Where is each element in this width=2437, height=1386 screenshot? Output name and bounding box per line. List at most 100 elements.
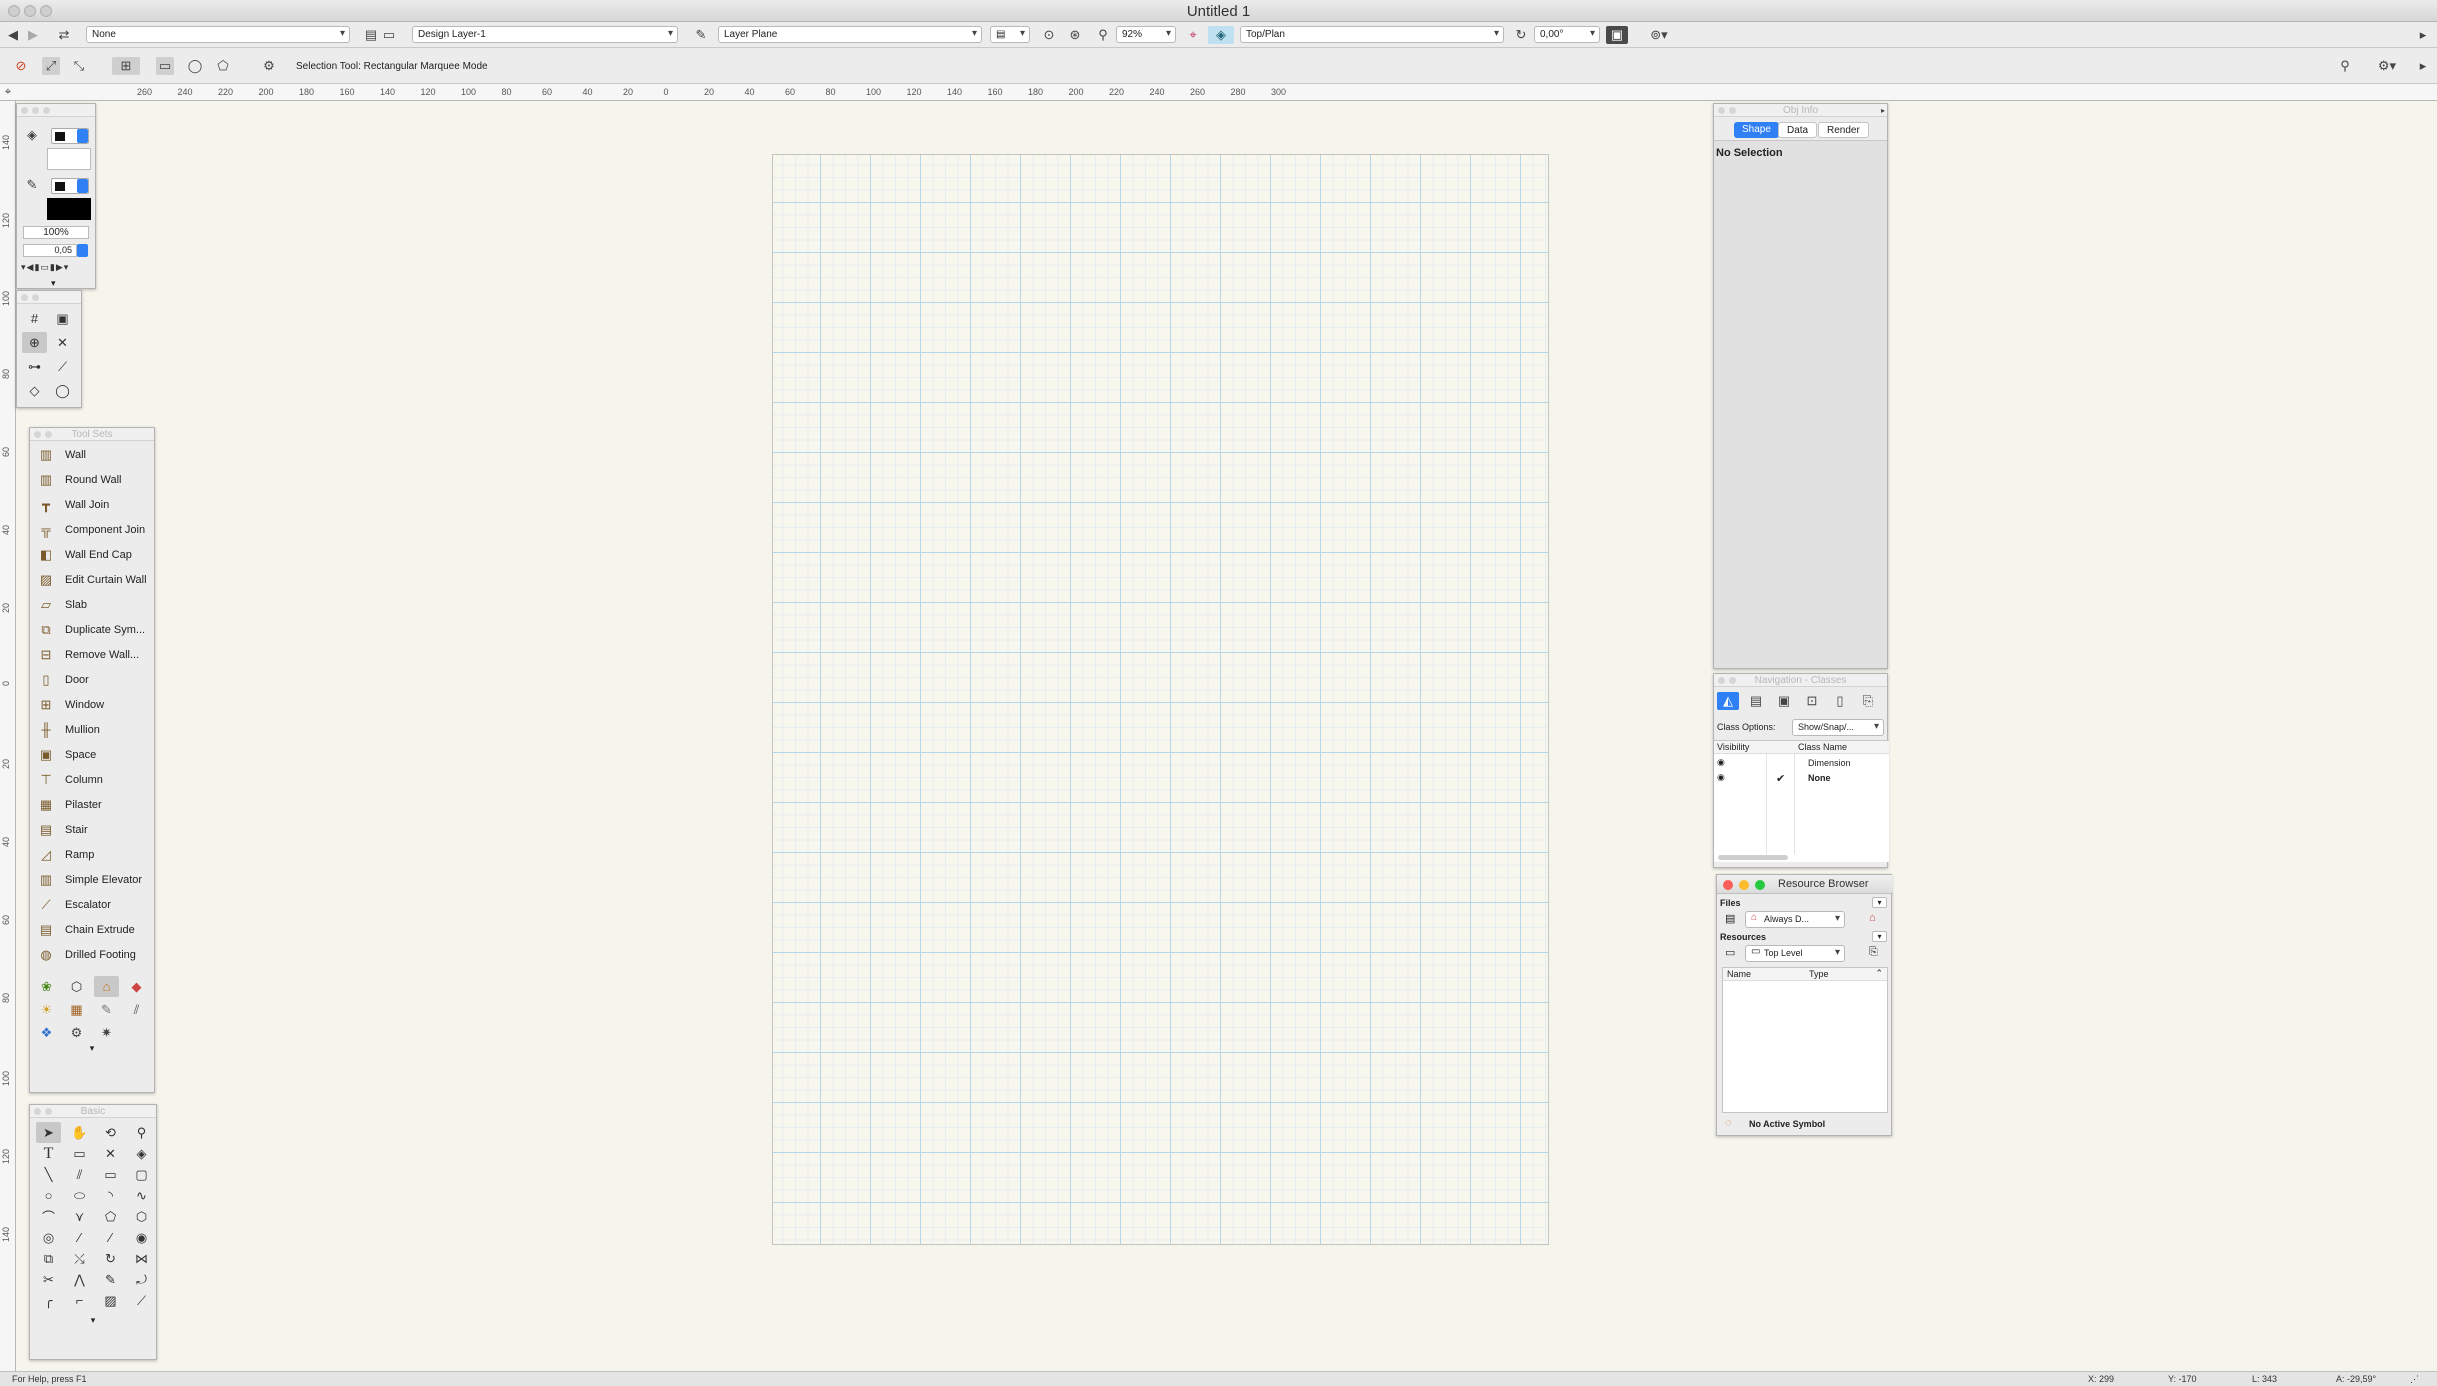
table-row[interactable]: ◉ Dimension [1714, 757, 1889, 771]
snap-to-object-icon[interactable]: ▣ [50, 308, 75, 329]
collapse-chevron-icon[interactable]: ▾ [30, 1315, 156, 1326]
zoom-palette-button[interactable] [1755, 880, 1765, 890]
symbol-insertion-tool-icon[interactable]: ◈ [129, 1143, 154, 1164]
name-column-header[interactable]: Name [1727, 969, 1751, 979]
selection-tool-icon[interactable]: ➤ [36, 1122, 61, 1143]
type-column-header[interactable]: Type [1809, 969, 1829, 979]
classes-tab-icon[interactable]: ◭ [1717, 692, 1739, 710]
visibility-column-header[interactable]: Visibility [1717, 742, 1749, 752]
reshape-tool-icon[interactable]: ⤯ [67, 1248, 92, 1269]
trim-tool-icon[interactable]: ✎ [98, 1269, 123, 1290]
lighting-tools-icon[interactable]: ☀ [34, 999, 59, 1020]
tab-shape[interactable]: Shape [1734, 122, 1779, 138]
site-planning-tools-icon[interactable]: ❀ [34, 976, 59, 997]
plane-icon[interactable]: ✎ [688, 26, 714, 44]
preferences-icon[interactable]: ⚙ [256, 57, 282, 75]
fit-to-objects-icon[interactable]: ⊛ [1066, 26, 1084, 44]
visibility-options-icon[interactable]: ⊚▾ [1642, 26, 1676, 44]
snap-settings-icon[interactable]: ⚲ [2336, 57, 2354, 75]
circle-tool-icon[interactable]: ○ [36, 1185, 61, 1206]
callout-tool-icon[interactable]: ▭ [67, 1143, 92, 1164]
opacity-field[interactable]: 100% [23, 226, 89, 239]
line-weight-stepper[interactable] [77, 244, 88, 257]
collapse-chevron-icon[interactable]: ▾ [51, 278, 56, 289]
tool-chain-extrude[interactable]: ▤ Chain Extrude [30, 917, 154, 942]
tool-round-wall[interactable]: ▥ Round Wall [30, 467, 154, 492]
sort-chevron-icon[interactable]: ⌃ [1875, 968, 1883, 979]
smart-edge-icon[interactable]: ◇ [22, 380, 47, 401]
align-mode-icon[interactable]: ⊞ [112, 57, 140, 75]
pen-color-swatch[interactable] [47, 198, 91, 220]
projection-icon[interactable]: ⌖ [1184, 26, 1202, 44]
zoom-tool-icon[interactable]: ⚲ [129, 1122, 154, 1143]
flyover-tool-icon[interactable]: ⟲ [98, 1122, 123, 1143]
snap-to-grid-icon[interactable]: # [22, 308, 47, 329]
eyedropper-tool-icon[interactable]: ⁄ [67, 1227, 92, 1248]
tool-wall[interactable]: ▥ Wall [30, 442, 154, 467]
snap-to-distance-icon[interactable]: ⊶ [22, 356, 47, 377]
rectangle-tool-icon[interactable]: ▭ [98, 1164, 123, 1185]
building-shell-tools-icon[interactable]: ⬡ [64, 976, 89, 997]
offset-tool-icon[interactable]: ⤾ [129, 1269, 154, 1290]
viewports-tab-icon[interactable]: ⊡ [1801, 692, 1823, 710]
saved-views-tab-icon[interactable]: ▯ [1829, 692, 1851, 710]
double-polyline-tool-icon[interactable]: ⋎ [67, 1206, 92, 1227]
furniture-tools-icon[interactable]: ▦ [64, 999, 89, 1020]
snap-to-tangent-icon[interactable]: ◯ [50, 380, 75, 401]
plane-dropdown[interactable]: Layer Plane [718, 26, 982, 43]
zoom-dropdown[interactable]: 92% [1116, 26, 1176, 43]
new-folder-icon[interactable]: ⎘ [1869, 946, 1878, 959]
tool-wall-end-cap[interactable]: ◧ Wall End Cap [30, 542, 154, 567]
minimize-palette-button[interactable] [1739, 880, 1749, 890]
rect-marquee-icon[interactable]: ▭ [156, 57, 174, 75]
table-row[interactable]: ◉ ✔ None [1714, 772, 1889, 786]
view-dropdown[interactable]: Top/Plan [1240, 26, 1504, 43]
rotation-field[interactable]: 0,00° [1534, 26, 1600, 43]
clip-tool-icon[interactable]: ⧉ [36, 1248, 61, 1269]
back-arrow-icon[interactable]: ◀ [4, 26, 22, 44]
freehand-tool-icon[interactable]: ∿ [129, 1185, 154, 1206]
visualization-tools-icon[interactable]: ◆ [124, 976, 149, 997]
visible-eye-icon[interactable]: ◉ [1717, 757, 1725, 768]
tool-curtain-wall[interactable]: ▨ Edit Curtain Wall [30, 567, 154, 592]
structural-tools-icon[interactable]: ⫽ [124, 999, 149, 1020]
tool-mullion[interactable]: ╫ Mullion [30, 717, 154, 742]
expand-viewbar-icon[interactable]: ▸ [2414, 26, 2432, 44]
locus-tool-icon[interactable]: ✕ [98, 1143, 123, 1164]
tool-door[interactable]: ▯ Door [30, 667, 154, 692]
class-options-dropdown[interactable]: Show/Snap/... [1792, 719, 1884, 736]
no-snap-icon[interactable]: ⊘ [12, 57, 30, 75]
visibility-tool-icon[interactable]: ◉ [129, 1227, 154, 1248]
architecture-tools-icon[interactable]: ⌂ [94, 976, 119, 997]
resources-menu-chevron-icon[interactable]: ▾ [1872, 931, 1887, 942]
machine-tools-icon[interactable]: ⚙ [64, 1022, 89, 1043]
layer-options-icon[interactable]: ▭ [380, 26, 398, 44]
render-mode-dropdown[interactable]: ▤ [990, 26, 1030, 43]
home-button-icon[interactable]: ⌂ [1869, 912, 1876, 924]
horizontal-scrollbar[interactable] [1718, 855, 1788, 860]
line-weight-field[interactable]: 0,05 [23, 244, 77, 257]
rotate-plan-icon[interactable]: ↻ [1512, 26, 1530, 44]
arrowhead-controls[interactable]: ▾◀▮▭▮▶▾ [21, 262, 93, 274]
chamfer-tool-icon[interactable]: ⌐ [67, 1290, 92, 1311]
fill-color-swatch[interactable] [47, 148, 91, 170]
polygon-tool-icon[interactable]: ⬠ [98, 1206, 123, 1227]
palette-menu-icon[interactable]: ▸ [1881, 104, 1885, 117]
expand-modebar-icon[interactable]: ▸ [2414, 57, 2432, 75]
tool-column[interactable]: ⊤ Column [30, 767, 154, 792]
regular-polygon-tool-icon[interactable]: ⬡ [129, 1206, 154, 1227]
rounded-rectangle-tool-icon[interactable]: ▢ [129, 1164, 154, 1185]
tool-wall-join[interactable]: ┳ Wall Join [30, 492, 154, 517]
zoom-icon[interactable]: ⚲ [1094, 26, 1112, 44]
resources-list[interactable]: Name Type ⌃ [1722, 967, 1888, 1113]
text-tool-icon[interactable]: T [36, 1143, 61, 1164]
polyline-tool-icon[interactable]: ⌒ [36, 1206, 61, 1227]
arc-tool-icon[interactable]: ◝ [98, 1185, 123, 1206]
mep-tools-icon[interactable]: ❖ [34, 1022, 59, 1043]
tab-data[interactable]: Data [1778, 122, 1818, 138]
sheet-layers-tab-icon[interactable]: ▣ [1773, 692, 1795, 710]
visible-eye-icon[interactable]: ◉ [1717, 772, 1725, 783]
tool-slab[interactable]: ▱ Slab [30, 592, 154, 617]
tool-window[interactable]: ⊞ Window [30, 692, 154, 717]
tool-stair[interactable]: ▤ Stair [30, 817, 154, 842]
